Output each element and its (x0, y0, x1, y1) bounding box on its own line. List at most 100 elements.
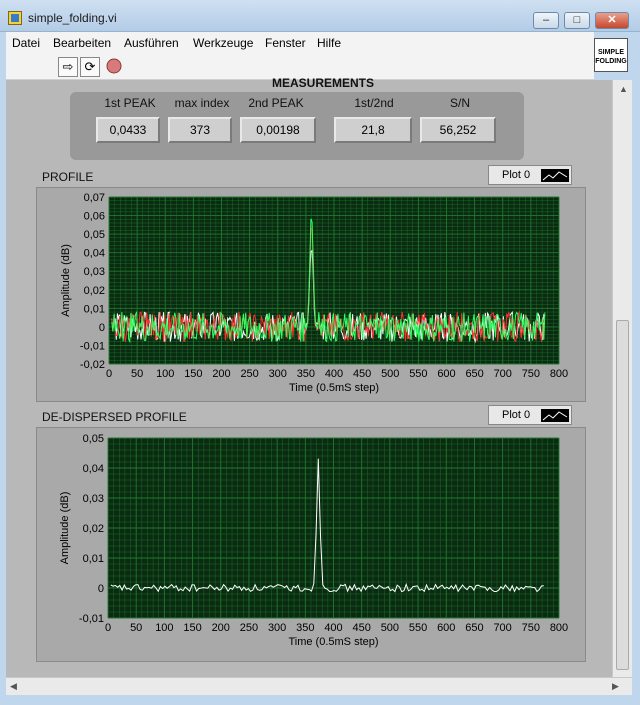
profile-x-tick: 550 (409, 368, 427, 380)
profile-y-tick: -0,01 (80, 340, 105, 352)
vi-icon-line-1: SIMPLE (597, 49, 625, 56)
horizontal-scrollbar[interactable]: ◀ ▶ (6, 677, 632, 695)
menu-ausfuehren[interactable]: Ausführen (124, 36, 179, 50)
dedispersed-legend-label: Plot 0 (502, 409, 531, 421)
title-bar: simple_folding.vi – □ ✕ (0, 0, 640, 32)
label-2nd-peak: 2nd PEAK (248, 96, 304, 110)
profile-x-label: Time (0.5mS step) (289, 382, 379, 394)
dedispersed-x-tick: 150 (183, 622, 201, 634)
dedispersed-chart: 0 50 100 150 200 250 300 350 400 450 500 550 600 650 7… (59, 433, 568, 648)
label-max-index: max index (174, 96, 230, 110)
close-button[interactable]: ✕ (595, 12, 629, 29)
measurements-title: MEASUREMENTS (272, 76, 375, 90)
dedispersed-y-tick: 0,04 (83, 463, 104, 475)
stop-circle-icon (106, 58, 122, 74)
dedispersed-legend-swatch (541, 409, 569, 422)
dedispersed-y-tick: 0,03 (83, 493, 104, 505)
dedispersed-y-tick: 0 (98, 583, 104, 595)
dedispersed-y-tick: 0,01 (83, 553, 104, 565)
menu-datei[interactable]: Datei (12, 36, 40, 50)
label-1st-peak: 1st PEAK (104, 96, 156, 110)
dedispersed-x-tick: 550 (409, 622, 427, 634)
vi-icon: SIMPLE FOLDING (594, 38, 628, 72)
profile-x-tick: 300 (269, 368, 287, 380)
profile-legend[interactable]: Plot 0 (488, 165, 572, 185)
profile-x-tick: 650 (465, 368, 483, 380)
dedispersed-legend[interactable]: Plot 0 (488, 405, 572, 425)
profile-x-tick: 0 (106, 368, 112, 380)
profile-x-tick: 150 (184, 368, 202, 380)
dedispersed-x-tick: 450 (353, 622, 371, 634)
profile-x-tick: 50 (131, 368, 143, 380)
value-2nd-peak: 0,00198 (240, 117, 316, 143)
value-max-index: 373 (168, 117, 232, 143)
dedispersed-x-label: Time (0.5mS step) (288, 636, 378, 648)
dedispersed-x-tick: 0 (105, 622, 111, 634)
dedispersed-x-tick: 300 (268, 622, 286, 634)
dedispersed-x-tick: 600 (437, 622, 455, 634)
scroll-left-arrow-icon[interactable]: ◀ (10, 681, 17, 692)
window-title: simple_folding.vi (28, 11, 117, 25)
profile-y-label: Amplitude (dB) (60, 244, 72, 317)
dedispersed-x-tick: 400 (324, 622, 342, 634)
profile-chart: 0 50 100 150 200 250 300 350 400 450 500 550 600 650 7… (60, 192, 568, 394)
dedispersed-x-tick: 250 (240, 622, 258, 634)
scroll-right-arrow-icon[interactable]: ▶ (612, 681, 619, 692)
profile-y-tick: 0,04 (84, 248, 105, 260)
dedispersed-y-tick: -0,01 (79, 613, 104, 625)
profile-x-tick: 450 (353, 368, 371, 380)
profile-x-tick: 250 (240, 368, 258, 380)
maximize-button[interactable]: □ (564, 12, 590, 29)
dedispersed-x-tick: 200 (212, 622, 230, 634)
profile-y-tick: -0,02 (80, 359, 105, 371)
menu-fenster[interactable]: Fenster (265, 36, 306, 50)
scroll-up-arrow-icon[interactable]: ▲ (619, 84, 628, 94)
dedispersed-x-tick: 100 (155, 622, 173, 634)
dedispersed-title: DE-DISPERSED PROFILE (42, 410, 187, 424)
value-1st-peak: 0,0433 (96, 117, 160, 143)
menu-hilfe[interactable]: Hilfe (317, 36, 341, 50)
profile-x-tick: 750 (522, 368, 540, 380)
profile-y-tick: 0,05 (84, 229, 105, 241)
profile-legend-label: Plot 0 (502, 169, 531, 181)
run-arrow-icon[interactable]: ⇨ (58, 57, 78, 77)
vertical-scrollbar[interactable]: ▲ (612, 80, 632, 677)
dedispersed-y-tick: 0,05 (83, 433, 104, 445)
vertical-scroll-thumb[interactable] (616, 320, 629, 670)
dedispersed-x-tick: 800 (550, 622, 568, 634)
menu-bearbeiten[interactable]: Bearbeiten (53, 36, 111, 50)
value-sn: 56,252 (420, 117, 496, 143)
dedispersed-y-label: Amplitude (dB) (59, 492, 71, 565)
dedispersed-x-tick: 500 (381, 622, 399, 634)
dedispersed-y-tick: 0,02 (83, 523, 104, 535)
profile-x-tick: 350 (297, 368, 315, 380)
profile-x-tick: 200 (212, 368, 230, 380)
profile-x-tick: 700 (494, 368, 512, 380)
abort-stop-icon[interactable] (104, 57, 124, 77)
dedispersed-x-tick: 50 (130, 622, 142, 634)
label-1st-2nd: 1st/2nd (354, 96, 394, 110)
menu-bar: Datei Bearbeiten Ausführen Werkzeuge Fen… (6, 32, 594, 54)
dedispersed-x-tick: 350 (296, 622, 314, 634)
profile-y-tick: 0,06 (84, 211, 105, 223)
profile-title: PROFILE (42, 170, 94, 184)
menu-werkzeuge[interactable]: Werkzeuge (193, 36, 253, 50)
profile-y-tick: 0,01 (84, 303, 105, 315)
minimize-button[interactable]: – (533, 12, 559, 29)
profile-x-tick: 800 (550, 368, 568, 380)
label-sn: S/N (449, 96, 470, 110)
profile-x-tick: 100 (156, 368, 174, 380)
profile-y-tick: 0,03 (84, 266, 105, 278)
labview-app-icon (8, 11, 22, 25)
profile-y-tick: 0 (99, 322, 105, 334)
profile-x-tick: 600 (437, 368, 455, 380)
profile-x-tick: 500 (381, 368, 399, 380)
dedispersed-x-tick: 650 (465, 622, 483, 634)
measurements-cluster: 1st PEAK max index 2nd PEAK 1st/2nd S/N … (70, 92, 524, 160)
profile-y-tick: 0,02 (84, 285, 105, 297)
profile-y-tick: 0,07 (84, 192, 105, 204)
vi-icon-line-2: FOLDING (595, 58, 627, 65)
run-continuously-icon[interactable]: ⟳ (80, 57, 100, 77)
dedispersed-x-tick: 700 (493, 622, 511, 634)
dedispersed-x-tick: 750 (522, 622, 540, 634)
